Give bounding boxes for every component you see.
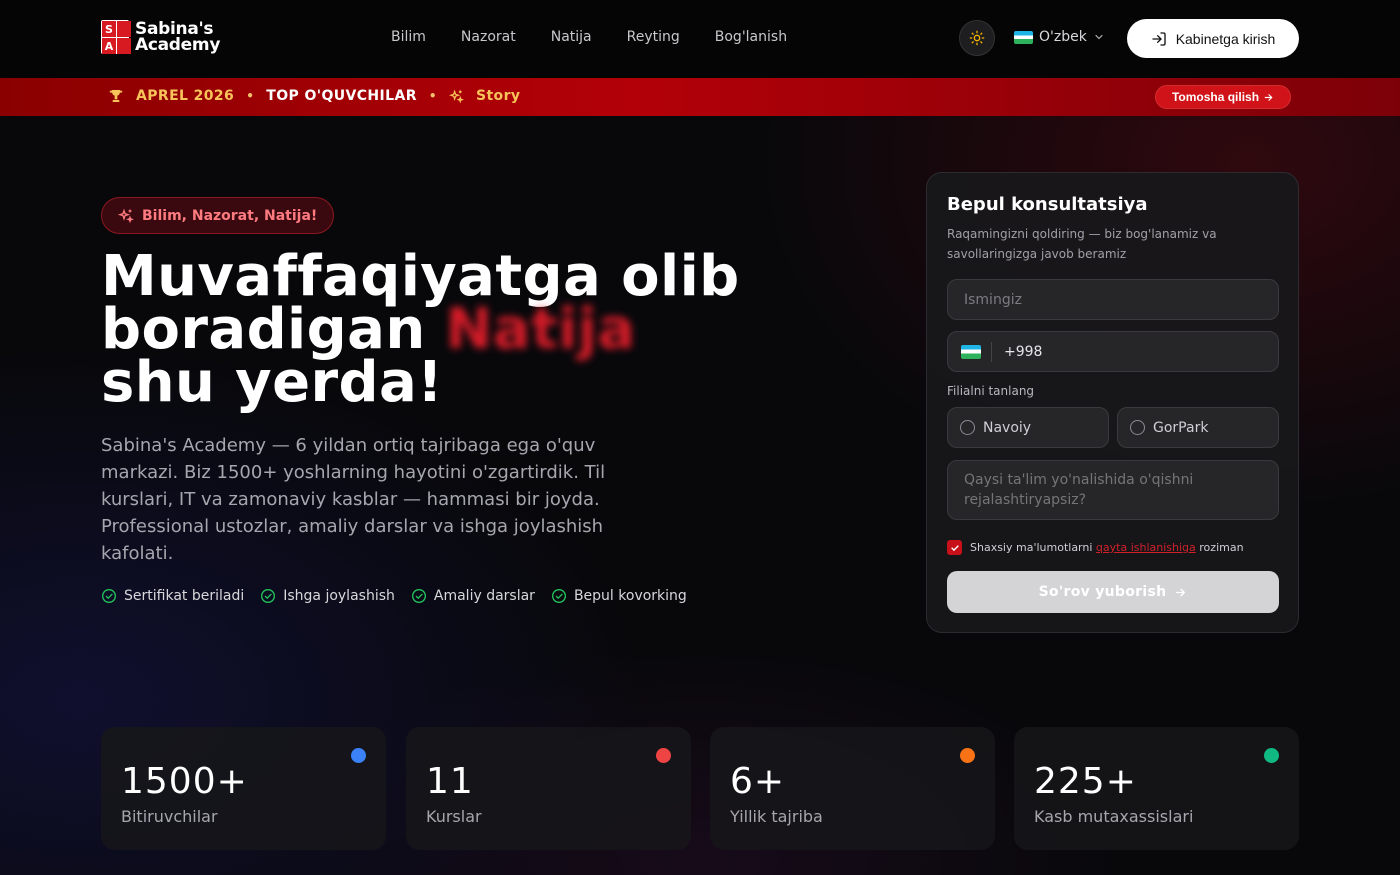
- hero-tagline-badge: Bilim, Nazorat, Natija!: [101, 197, 335, 234]
- consent-checkbox[interactable]: [947, 540, 962, 555]
- login-icon: [1152, 31, 1166, 46]
- name-input[interactable]: [947, 279, 1279, 320]
- chevron-down-icon: [1095, 34, 1103, 40]
- consent-text: Shaxsiy ma'lumotlarni qayta ishlanishiga…: [970, 541, 1244, 554]
- submit-request-button[interactable]: So'rov yuborish: [947, 571, 1279, 613]
- branch-label: Filialni tanlang: [947, 384, 1035, 398]
- banner-month: APREL 2026: [136, 88, 235, 104]
- consent-row: Shaxsiy ma'lumotlarni qayta ishlanishiga…: [947, 540, 1244, 555]
- logo-mark-icon: S A: [101, 20, 131, 54]
- nav-item-boglanish[interactable]: Bog'lanish: [715, 29, 787, 45]
- phone-country-code: +998: [1004, 343, 1043, 360]
- stat-label: Bitiruvchilar: [121, 807, 218, 826]
- hero-title: Muvaffaqiyatga olib boradigan Natija shu…: [101, 244, 740, 415]
- trophy-icon: [109, 90, 123, 102]
- arrow-right-icon: [1264, 93, 1273, 101]
- feature-list: Sertifikat beriladi Ishga joylashish Ama…: [101, 588, 687, 604]
- stat-card: 6+ Yillik tajriba: [710, 727, 995, 850]
- main-nav: Bilim Nazorat Natija Reyting Bog'lanish: [391, 29, 787, 45]
- nav-item-reyting[interactable]: Reyting: [627, 29, 680, 45]
- stat-value: 11: [426, 761, 474, 802]
- uzbekistan-flag-icon: [1014, 30, 1033, 44]
- form-title: Bepul konsultatsiya: [947, 194, 1148, 215]
- top-header: S A Sabina's Academy Bilim Nazorat Natij…: [0, 0, 1400, 78]
- banner-top-label: TOP O'QUVCHILAR: [266, 88, 417, 104]
- phone-input[interactable]: +998: [947, 331, 1279, 372]
- consultation-form-card: Bepul konsultatsiya Raqamingizni qoldiri…: [926, 172, 1299, 633]
- stat-color-dot: [1264, 748, 1279, 763]
- hero-description: Sabina's Academy — 6 yildan ortiq tajrib…: [101, 435, 606, 564]
- feature-item: Ishga joylashish: [260, 588, 395, 604]
- stat-card: 225+ Kasb mutaxassislari: [1014, 727, 1299, 850]
- watch-story-button[interactable]: Tomosha qilish: [1155, 85, 1291, 109]
- stat-card: 11 Kurslar: [406, 727, 691, 850]
- uzbekistan-flag-icon: [961, 344, 981, 359]
- check-circle-icon: [551, 589, 566, 603]
- check-circle-icon: [261, 589, 276, 603]
- login-button-label: Kabinetga kirish: [1175, 30, 1276, 47]
- sparkles-icon: [448, 89, 464, 103]
- radio-circle-icon: [1130, 420, 1145, 435]
- feature-item: Bepul kovorking: [551, 588, 687, 604]
- sun-icon: [969, 30, 985, 46]
- logo-text: Sabina's Academy: [135, 19, 221, 55]
- check-circle-icon: [102, 589, 116, 603]
- stat-label: Kasb mutaxassislari: [1034, 807, 1194, 826]
- hero-title-accent: Natija: [445, 297, 636, 362]
- stat-label: Kurslar: [426, 807, 482, 826]
- stat-card: 1500+ Bitiruvchilar: [101, 727, 386, 850]
- announcement-banner: APREL 2026 • TOP O'QUVCHILAR • Story Tom…: [0, 78, 1400, 116]
- feature-item: Sertifikat beriladi: [101, 588, 244, 604]
- nav-item-bilim[interactable]: Bilim: [391, 29, 426, 45]
- direction-textarea[interactable]: [947, 460, 1279, 520]
- stat-value: 225+: [1034, 761, 1137, 802]
- feature-item: Amaliy darslar: [411, 588, 535, 604]
- branch-option-gorpark[interactable]: GorPark: [1117, 407, 1279, 448]
- stat-color-dot: [960, 748, 975, 763]
- submit-label: So'rov yuborish: [1038, 584, 1167, 600]
- logo[interactable]: S A Sabina's Academy: [101, 20, 220, 54]
- stat-value: 1500+: [121, 761, 248, 802]
- sparkles-icon: [118, 208, 134, 223]
- stat-value: 6+: [730, 761, 786, 802]
- watch-story-label: Tomosha qilish: [1171, 90, 1260, 104]
- consent-link[interactable]: qayta ishlanishiga: [1096, 541, 1196, 554]
- banner-separator: •: [246, 89, 255, 103]
- banner-separator: •: [428, 89, 437, 103]
- nav-item-nazorat[interactable]: Nazorat: [461, 29, 516, 45]
- check-circle-icon: [411, 589, 426, 603]
- stat-color-dot: [656, 748, 671, 763]
- nav-item-natija[interactable]: Natija: [551, 29, 592, 45]
- hero-tagline-text: Bilim, Nazorat, Natija!: [142, 207, 318, 224]
- stat-label: Yillik tajriba: [730, 807, 823, 826]
- theme-toggle-button[interactable]: [959, 20, 995, 56]
- form-subtitle: Raqamingizni qoldiring — biz bog'lanamiz…: [947, 227, 1217, 261]
- stat-color-dot: [351, 748, 366, 763]
- branch-option-navoiy[interactable]: Navoiy: [947, 407, 1109, 448]
- check-icon: [950, 544, 959, 551]
- login-button[interactable]: Kabinetga kirish: [1127, 19, 1299, 58]
- banner-story-label: Story: [475, 88, 521, 104]
- language-selector[interactable]: O'zbek: [1014, 29, 1105, 45]
- phone-divider: [991, 341, 992, 362]
- arrow-right-icon: [1176, 588, 1186, 596]
- radio-circle-icon: [960, 420, 975, 435]
- language-label: O'zbek: [1039, 29, 1087, 45]
